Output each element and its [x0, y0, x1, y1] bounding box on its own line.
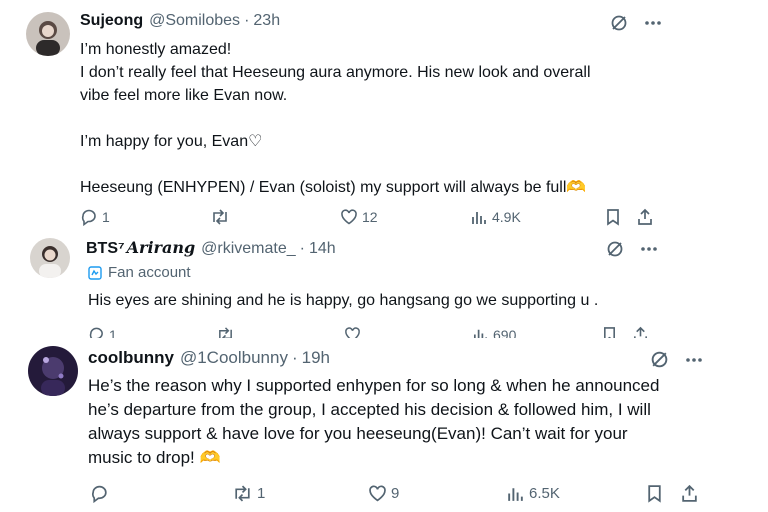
- more-icon[interactable]: [640, 246, 658, 252]
- tweet-actions: 1 9 6.5K: [14, 484, 720, 506]
- tweet-top-actions: [650, 350, 703, 369]
- bookmark-button[interactable]: [646, 484, 663, 503]
- user-handle[interactable]: @1Coolbunny: [180, 348, 288, 368]
- tweet-line: His eyes are shining and he is happy, go…: [88, 292, 599, 309]
- like-count: 12: [362, 209, 378, 225]
- grok-icon[interactable]: [650, 350, 669, 369]
- more-icon[interactable]: [685, 357, 703, 363]
- reply-count: 1: [102, 209, 110, 225]
- tweet-line: Heeseung (ENHYPEN) / Evan (soloist) my s…: [80, 179, 587, 196]
- views-button[interactable]: 6.5K: [506, 484, 560, 503]
- tweet-card[interactable]: BTS⁷ Arirang @rkivemate_ · 14h Fan accou…: [22, 230, 672, 342]
- reply-icon: [92, 485, 107, 503]
- repost-button[interactable]: [210, 208, 234, 226]
- display-name[interactable]: coolbunny: [88, 348, 174, 368]
- tweet-line: He’s the reason why I supported enhypen …: [88, 376, 660, 395]
- tweet-top-actions: [610, 14, 662, 32]
- tweet-line: music to drop! 🫶: [88, 448, 221, 467]
- tweet-line: I’m honestly amazed!: [80, 41, 232, 58]
- share-button[interactable]: [680, 484, 699, 503]
- like-count: 9: [391, 485, 400, 502]
- tweet-line: I don’t really feel that Heeseung aura a…: [80, 64, 591, 81]
- views-button[interactable]: 4.9K: [470, 208, 521, 226]
- badge-label: Fan account: [108, 264, 191, 281]
- more-icon[interactable]: [644, 20, 662, 26]
- reply-button[interactable]: [90, 484, 113, 503]
- tweet-header: BTS⁷ Arirang @rkivemate_ · 14h: [86, 238, 336, 258]
- tweet-text: His eyes are shining and he is happy, go…: [88, 290, 658, 312]
- views-icon: [508, 488, 523, 501]
- avatar[interactable]: [28, 346, 78, 396]
- timestamp[interactable]: 14h: [309, 240, 336, 258]
- user-handle[interactable]: @Somilobes: [149, 12, 240, 30]
- like-icon: [369, 485, 386, 502]
- separator-dot: ·: [299, 240, 305, 257]
- avatar[interactable]: [26, 12, 70, 56]
- repost-button[interactable]: 1: [232, 484, 265, 503]
- tweet-top-actions: [606, 240, 658, 258]
- share-button[interactable]: [636, 208, 654, 226]
- grok-icon[interactable]: [606, 240, 624, 258]
- fan-badge-icon: [88, 265, 102, 280]
- views-icon: [472, 212, 486, 224]
- tweet-text: I’m honestly amazed! I don’t really feel…: [80, 38, 670, 199]
- display-name-script[interactable]: Arirang: [127, 238, 196, 257]
- like-icon: [341, 209, 357, 225]
- timestamp[interactable]: 23h: [253, 12, 280, 30]
- reply-button[interactable]: 1: [80, 208, 110, 226]
- display-name[interactable]: BTS⁷: [86, 240, 125, 258]
- separator-dot: ·: [244, 12, 250, 29]
- bookmark-icon: [607, 209, 619, 226]
- fan-account-badge: Fan account: [88, 264, 191, 281]
- tweet-line: vibe feel more like Evan now.: [80, 87, 288, 104]
- avatar[interactable]: [30, 238, 70, 278]
- repost-icon: [235, 485, 250, 502]
- timestamp[interactable]: 19h: [302, 348, 330, 368]
- tweet-line: I’m happy for you, Evan♡: [80, 133, 263, 150]
- like-button[interactable]: 12: [340, 208, 378, 226]
- separator-dot: ·: [291, 348, 298, 367]
- bookmark-button[interactable]: [605, 208, 621, 226]
- repost-count: 1: [257, 485, 266, 502]
- reply-icon: [81, 209, 96, 226]
- tweet-text: He’s the reason why I supported enhypen …: [88, 374, 716, 470]
- tweet-header: coolbunny @1Coolbunny · 19h: [88, 348, 330, 368]
- tweet-actions: 1 12 4.9K: [18, 208, 678, 230]
- bookmark-icon: [648, 485, 661, 503]
- share-icon: [682, 484, 697, 502]
- user-handle[interactable]: @rkivemate_: [201, 240, 296, 258]
- like-button[interactable]: 9: [368, 484, 399, 503]
- tweet-card[interactable]: Sujeong @Somilobes · 23h I’m honestly am…: [18, 0, 678, 232]
- tweet-header: Sujeong @Somilobes · 23h: [80, 12, 280, 30]
- tweet-line: he’s departure from the group, I accepte…: [88, 400, 651, 419]
- share-icon: [638, 208, 652, 225]
- grok-icon[interactable]: [610, 14, 628, 32]
- tweet-line: always support & have love for you heese…: [88, 424, 628, 443]
- views-count: 4.9K: [492, 209, 521, 225]
- display-name[interactable]: Sujeong: [80, 12, 143, 30]
- tweet-card[interactable]: coolbunny @1Coolbunny · 19h He’s the rea…: [14, 338, 720, 512]
- repost-icon: [213, 209, 227, 225]
- views-count: 6.5K: [529, 485, 560, 502]
